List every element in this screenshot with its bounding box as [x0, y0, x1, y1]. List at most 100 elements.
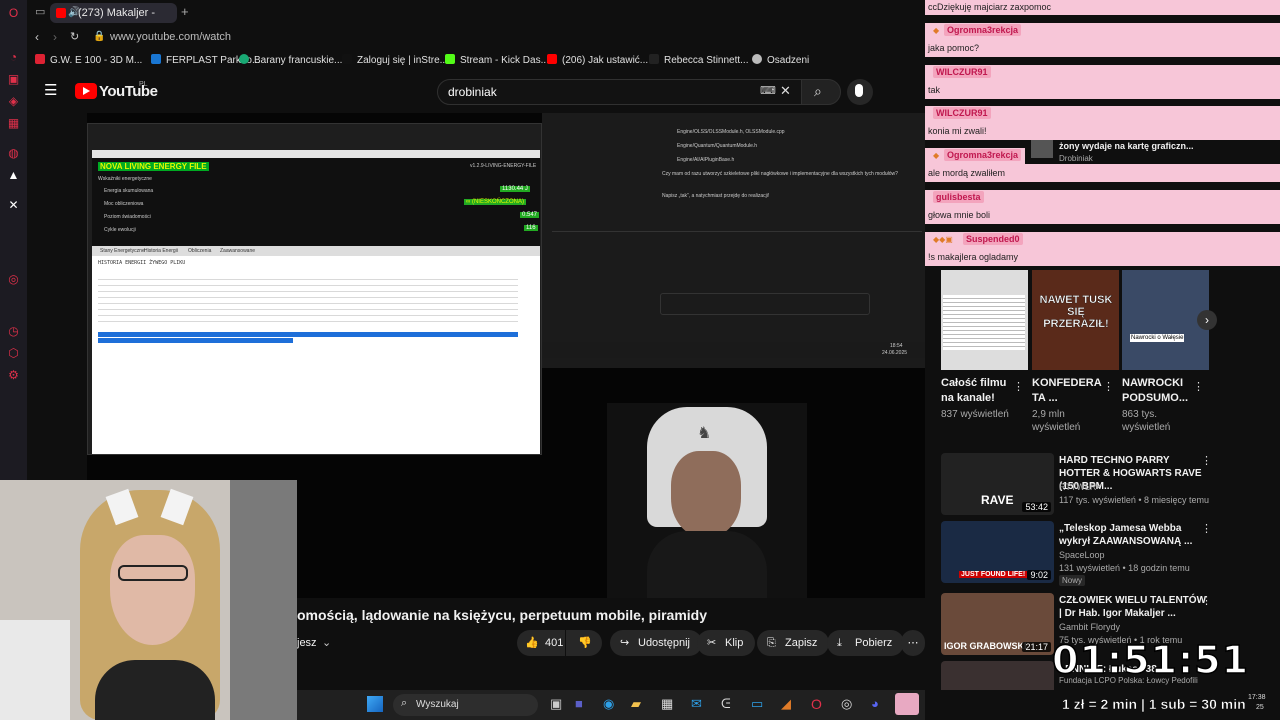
- history-selected-row: [98, 332, 518, 337]
- clear-icon[interactable]: ✕: [780, 83, 791, 99]
- search-button[interactable]: ⌕: [801, 79, 841, 105]
- new-tab-button[interactable]: +: [181, 4, 189, 19]
- video-title-link[interactable]: „Teleskop Jamesa Webba wykrył ZAAWANSOWA…: [1059, 522, 1209, 548]
- clip-button[interactable]: ✂ Klip: [697, 630, 756, 656]
- keyboard-icon[interactable]: ⌨: [760, 84, 776, 97]
- bookmark-icon: [752, 54, 762, 64]
- taskbar-search[interactable]: ⌕ Wyszukaj: [393, 694, 538, 716]
- app-window: NOVA LIVING ENERGY FILE v1.2.9-LIVING-EN…: [92, 150, 540, 454]
- store-icon[interactable]: ▦: [661, 696, 673, 712]
- short-thumbnail[interactable]: Nawrocki o Wałęsie: [1122, 270, 1209, 370]
- task-view-icon[interactable]: ▣: [550, 696, 562, 712]
- like-button[interactable]: 👍 401: [517, 630, 565, 656]
- forward-icon[interactable]: ›: [53, 30, 57, 44]
- menu-icon[interactable]: ☰: [44, 81, 57, 99]
- cube-icon[interactable]: ⬡: [6, 346, 21, 361]
- aria-icon[interactable]: ◔: [6, 50, 21, 65]
- app-tab[interactable]: Historia Energii: [144, 248, 178, 254]
- channel-name[interactable]: SpaceLoop: [1059, 550, 1105, 560]
- more-vert-icon[interactable]: ⋮: [1201, 454, 1212, 467]
- music-icon[interactable]: ◎: [6, 272, 21, 287]
- app-icon[interactable]: ◎: [841, 696, 852, 712]
- chat-username: Ogromna3rekcja: [944, 149, 1022, 161]
- bookmark-item[interactable]: (206) Jak ustawić...: [547, 54, 648, 66]
- bookmark-item[interactable]: Stream - Kick Das...: [445, 54, 549, 66]
- download-button[interactable]: ⤓ Pobierz: [827, 630, 905, 656]
- video-thumbnail[interactable]: RAVE 53:42: [941, 453, 1054, 515]
- tab-bar: ▭ 🔊 (273) Makaljer - progr +: [27, 0, 925, 39]
- opera-taskbar-icon[interactable]: O: [811, 696, 822, 712]
- video-thumbnail[interactable]: JUST FOUND LIFE! 9:02: [941, 521, 1054, 583]
- voice-search-button[interactable]: [847, 79, 873, 105]
- app-tab[interactable]: Obliczenia: [188, 248, 211, 254]
- search-input[interactable]: drobiniak ⌨ ✕: [437, 79, 802, 105]
- bookmark-icon: [35, 54, 45, 64]
- app-icon[interactable]: ◢: [781, 696, 791, 712]
- bookmark-item[interactable]: Barany francuskie...: [239, 54, 342, 66]
- video-thumbnail[interactable]: [941, 661, 1054, 690]
- history-icon[interactable]: ◷: [6, 324, 21, 339]
- discord-icon[interactable]: ◕: [871, 696, 879, 711]
- subscribe-button[interactable]: jesz: [297, 637, 317, 649]
- opera-logo-icon[interactable]: O: [6, 6, 21, 21]
- row-label: Poziom świadomości: [104, 214, 151, 220]
- chevron-right-icon[interactable]: ›: [1197, 310, 1217, 330]
- app-icon[interactable]: [895, 693, 919, 715]
- short-overlay-text: Nawrocki o Wałęsie: [1130, 334, 1185, 342]
- more-vert-icon[interactable]: ⋮: [1193, 380, 1204, 393]
- url-field[interactable]: www.youtube.com/watch: [110, 31, 231, 43]
- share-button[interactable]: ↪ Udostępnij: [610, 630, 702, 656]
- triangle-icon[interactable]: ▲: [6, 168, 21, 183]
- teams-icon[interactable]: ■: [575, 696, 583, 711]
- back-icon[interactable]: ‹: [35, 30, 39, 44]
- short-title[interactable]: Całość filmu na kanale!: [941, 376, 1013, 406]
- x-icon[interactable]: ✕: [6, 198, 21, 213]
- chevron-down-icon[interactable]: ⌄: [322, 636, 331, 649]
- more-vert-icon[interactable]: ⋮: [1201, 594, 1212, 607]
- bag-icon[interactable]: ▣: [6, 72, 21, 87]
- dislike-button[interactable]: 👎: [566, 630, 602, 656]
- short-title[interactable]: KONFEDERA TA ...: [1032, 376, 1101, 406]
- app-icon[interactable]: ▭: [751, 696, 763, 712]
- bookmark-item[interactable]: Osadzeni: [752, 54, 809, 66]
- video-thumbnail[interactable]: IGOR GRABOWSKI 21:17: [941, 593, 1054, 655]
- bookmark-icon: [342, 54, 352, 64]
- more-vert-icon[interactable]: ⋮: [1013, 380, 1024, 393]
- messenger-icon[interactable]: ◍: [6, 146, 21, 161]
- app-icon[interactable]: ᕮ: [721, 696, 731, 712]
- app-tab[interactable]: Stany Energetyczne: [100, 248, 145, 254]
- channel-name[interactable]: Gambit Florydy: [1059, 622, 1120, 632]
- mail-icon[interactable]: ✉: [691, 696, 702, 712]
- more-icon: ⋯: [907, 637, 919, 649]
- save-button[interactable]: ⎘ Zapisz: [757, 630, 830, 656]
- short-thumbnail[interactable]: NAWET TUSK SIĘ PRZERAZIŁ!: [1032, 270, 1119, 370]
- settings-icon[interactable]: ⚙: [6, 368, 21, 383]
- search-icon: ⌕: [814, 83, 822, 99]
- more-vert-icon[interactable]: ⋮: [1201, 522, 1212, 535]
- row-value: ∞ (NIESKOŃCZONA): [464, 199, 526, 205]
- short-thumbnail[interactable]: [941, 270, 1028, 370]
- tab-active[interactable]: 🔊 (273) Makaljer - progr: [50, 3, 177, 39]
- shield-icon[interactable]: ◈: [6, 94, 21, 109]
- short-title[interactable]: NAWROCKI PODSUMO...: [1122, 376, 1190, 406]
- channel-name[interactable]: RTTWLR: [1059, 482, 1096, 492]
- workspace-icon[interactable]: ▭: [35, 5, 45, 18]
- thumbs-up-icon: 👍: [525, 637, 539, 649]
- edge-icon[interactable]: ◉: [603, 696, 614, 712]
- youtube-logo-icon[interactable]: [75, 83, 97, 99]
- bookmark-item[interactable]: Zaloguj się | inStre...: [342, 54, 448, 66]
- windows-start-icon[interactable]: [367, 696, 383, 712]
- explorer-icon[interactable]: ▰: [631, 696, 641, 712]
- video-title-link[interactable]: CZŁOWIEK WIELU TALENTÓW | Dr Hab. Igor M…: [1059, 594, 1209, 620]
- more-vert-icon[interactable]: ⋮: [1103, 380, 1114, 393]
- player-icon[interactable]: ▦: [6, 116, 21, 131]
- kick-icon: [445, 54, 455, 64]
- speaker-icon[interactable]: 🔊: [68, 3, 80, 23]
- more-button[interactable]: ⋯: [901, 630, 925, 656]
- reload-icon[interactable]: ↻: [70, 30, 79, 43]
- app-tab[interactable]: Zaawansowane: [220, 248, 255, 254]
- bookmark-item[interactable]: Rebecca Stinnett...: [649, 54, 749, 66]
- region-label: PL: [139, 81, 148, 88]
- bookmark-item[interactable]: G.W. E 100 - 3D M...: [35, 54, 142, 66]
- partial-rec-item[interactable]: żony wydaje na kartę graficzn... Drobini…: [1025, 140, 1280, 164]
